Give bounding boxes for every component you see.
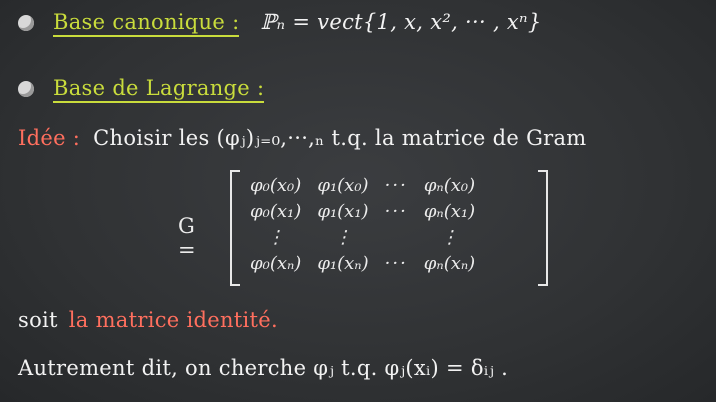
- matrix-row: φ₀(x₀) φ₁(x₀) ··· φₙ(x₀): [242, 172, 483, 198]
- line-base-canonique: Base canonique : ℙₙ = vect{1, x, x², ···…: [18, 10, 542, 37]
- bullet-icon: [18, 15, 34, 31]
- matrix-cell: φ₁(xₙ): [317, 252, 369, 274]
- idee-label: Idée :: [18, 126, 81, 150]
- matrix-cell: ⋮: [266, 226, 285, 248]
- bullet-icon: [18, 81, 34, 97]
- matrix-table: φ₀(x₀) φ₁(x₀) ··· φₙ(x₀) φ₀(x₁) φ₁(x₁) ·…: [242, 172, 483, 276]
- matrix-cell: ···: [384, 200, 408, 222]
- soit-text: soit: [18, 308, 58, 332]
- matrix-cell: ⋮: [440, 226, 459, 248]
- left-bracket: [230, 170, 240, 286]
- matrix-cell: φₙ(xₙ): [423, 252, 476, 274]
- matrix-cell: φₙ(x₀): [423, 174, 476, 196]
- base-canonique-label: Base canonique :: [52, 10, 240, 37]
- matrix-cell: ···: [384, 174, 408, 196]
- matrix-cell: φ₀(xₙ): [250, 252, 302, 274]
- matrix-row: φ₀(x₁) φ₁(x₁) ··· φₙ(x₁): [242, 198, 483, 224]
- base-lagrange-label: Base de Lagrange :: [52, 76, 265, 103]
- line-idee: Idée : Choisir les (φⱼ)ⱼ₌₀,···,ₙ t.q. la…: [18, 126, 587, 150]
- line-autrement: Autrement dit, on cherche φⱼ t.q. φⱼ(xᵢ)…: [18, 356, 508, 380]
- matrix-cell: φ₀(x₀): [250, 174, 302, 196]
- line-base-lagrange: Base de Lagrange :: [18, 76, 265, 103]
- matrix-cell: [377, 224, 416, 250]
- autrement-text: Autrement dit, on cherche φⱼ t.q. φⱼ(xᵢ)…: [18, 356, 509, 380]
- matrix-cell: φₙ(x₁): [423, 200, 476, 222]
- idee-text: Choisir les (φⱼ)ⱼ₌₀,···,ₙ t.q. la matric…: [93, 126, 587, 150]
- line-soit: soit la matrice identité.: [18, 308, 278, 332]
- matrix-cell: φ₁(x₁): [317, 200, 369, 222]
- right-bracket: [538, 170, 548, 286]
- matrix-row: ⋮ ⋮ ⋮: [242, 224, 483, 250]
- slide: Base canonique : ℙₙ = vect{1, x, x², ···…: [0, 0, 716, 402]
- matrix-cell: ···: [384, 252, 408, 274]
- matrix-row: φ₀(xₙ) φ₁(xₙ) ··· φₙ(xₙ): [242, 250, 483, 276]
- matrix-cell: ⋮: [333, 226, 352, 248]
- matrix-cell: φ₀(x₁): [250, 200, 302, 222]
- matrix-cell: φ₁(x₀): [317, 174, 369, 196]
- matrix-name: G =: [178, 214, 196, 262]
- identite-highlight: la matrice identité.: [68, 308, 278, 332]
- base-canonique-formula: ℙₙ = vect{1, x, x², ··· , xⁿ}: [260, 10, 542, 34]
